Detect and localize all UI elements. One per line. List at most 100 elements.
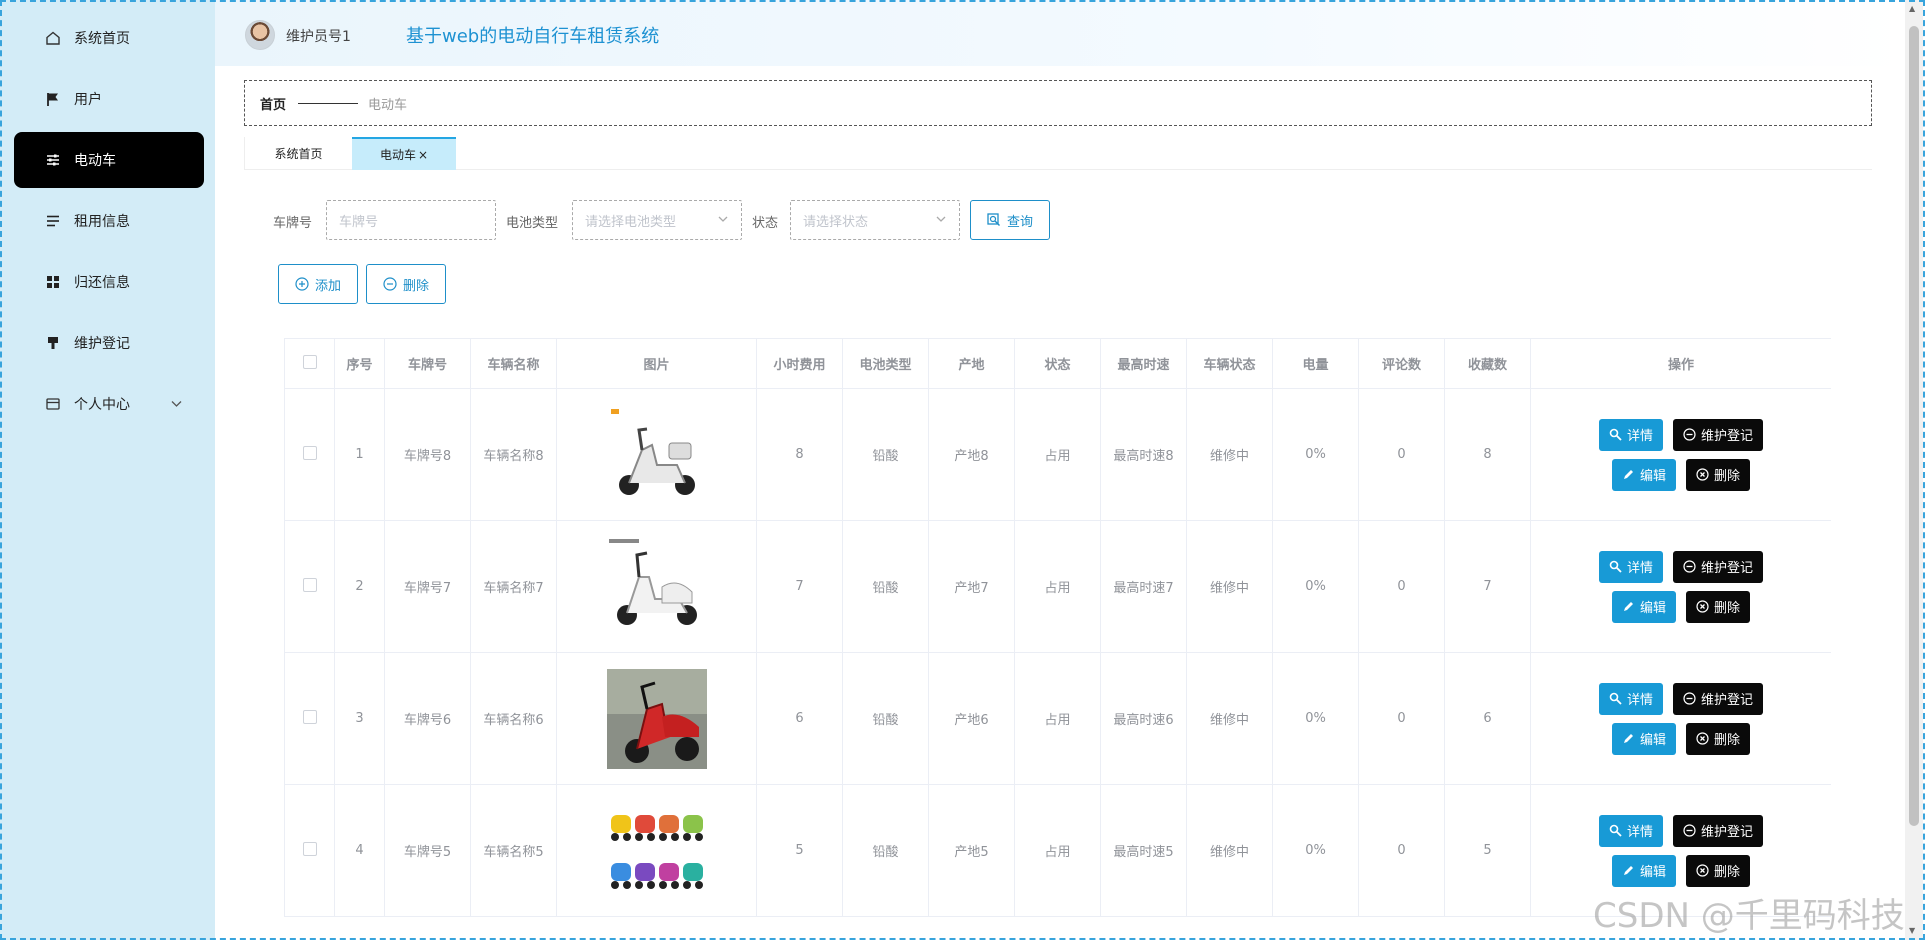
plus-circle-icon	[295, 277, 309, 291]
minus-circle-icon	[1683, 428, 1696, 441]
scroll-down-icon[interactable]: ▼	[1909, 926, 1915, 935]
delete-button[interactable]: 删除	[1686, 458, 1751, 491]
detail-label: 详情	[1626, 693, 1653, 708]
cell-status: 占用	[1014, 520, 1101, 653]
search-icon	[987, 213, 1001, 227]
column-header: 车牌号	[384, 338, 471, 389]
cell-plate: 车牌号6	[384, 652, 471, 785]
row-checkbox[interactable]	[302, 577, 317, 592]
row-checkbox[interactable]	[302, 445, 317, 460]
close-circle-icon	[1696, 732, 1709, 745]
delete-button[interactable]: 删除	[1686, 854, 1751, 887]
bulk-delete-button[interactable]: 删除	[366, 264, 446, 304]
table-row: 2 车牌号7 车辆名称7 7 铅酸 产地7 占用 最高时速7 维修中 0% 0 7 详情 维护登记 编辑 删除	[284, 520, 1831, 653]
cell-name: 车辆名称8	[470, 388, 557, 521]
maintain-button[interactable]: 维护登记	[1673, 550, 1764, 583]
sidebar-item-label: 归还信息	[74, 275, 130, 291]
edit-button[interactable]: 编辑	[1611, 590, 1676, 623]
detail-button[interactable]: 详情	[1598, 418, 1663, 451]
sidebar-item-users[interactable]: 用户	[14, 71, 204, 127]
sidebar-item-rentals[interactable]: 租用信息	[14, 193, 204, 249]
row-checkbox[interactable]	[302, 709, 317, 724]
image-cell	[556, 388, 757, 521]
pencil-icon	[1622, 732, 1635, 745]
maintain-label: 维护登记	[1701, 825, 1754, 840]
detail-label: 详情	[1626, 429, 1653, 444]
delete-label: 删除	[1714, 865, 1741, 880]
scrollbar-thumb[interactable]	[1909, 26, 1919, 826]
cell-charge: 0%	[1272, 388, 1359, 521]
column-header: 操作	[1530, 338, 1831, 389]
cell-status: 占用	[1014, 784, 1101, 917]
cell-favorites: 6	[1444, 652, 1531, 785]
cell-battery: 铅酸	[842, 652, 929, 785]
card-icon	[44, 395, 62, 413]
system-title: 基于web的电动自行车租赁系统	[406, 26, 660, 47]
edit-label: 编辑	[1639, 469, 1666, 484]
breadcrumb-home[interactable]: 首页	[260, 94, 286, 113]
status-placeholder: 请选择状态	[803, 214, 869, 230]
select-all-cell[interactable]	[284, 338, 335, 389]
edit-label: 编辑	[1639, 865, 1666, 880]
white-scooter-with-trunk-image	[557, 404, 756, 505]
edit-button[interactable]: 编辑	[1611, 854, 1676, 887]
cell-max-speed: 最高时速8	[1100, 388, 1187, 521]
add-label: 添加	[314, 278, 341, 294]
sidebar-item-label: 电动车	[74, 153, 116, 169]
row-checkbox[interactable]	[302, 841, 317, 856]
sidebar-item-maintenance[interactable]: 维护登记	[14, 315, 204, 371]
flag-icon	[44, 90, 62, 108]
maintain-button[interactable]: 维护登记	[1673, 418, 1764, 451]
vertical-scrollbar[interactable]: ▲ ▼	[1905, 0, 1923, 940]
delete-button[interactable]: 删除	[1686, 590, 1751, 623]
sidebar-item-returns[interactable]: 归还信息	[14, 254, 204, 310]
cell-status: 占用	[1014, 652, 1101, 785]
query-button[interactable]: 查询	[970, 200, 1050, 240]
row-select-cell[interactable]	[284, 652, 335, 785]
query-label: 查询	[1006, 214, 1033, 230]
list-icon	[44, 212, 62, 230]
row-select-cell[interactable]	[284, 388, 335, 521]
red-scooter-photo-image	[557, 668, 756, 769]
detail-button[interactable]: 详情	[1598, 814, 1663, 847]
status-select[interactable]: 请选择状态	[790, 200, 960, 240]
search-icon	[1609, 824, 1622, 837]
add-button[interactable]: 添加	[278, 264, 358, 304]
sidebar-item-home[interactable]: 系统首页	[14, 10, 204, 66]
image-cell	[556, 520, 757, 653]
tabs-bar: 系统首页 电动车 ×	[244, 137, 1872, 170]
minus-circle-icon	[383, 277, 397, 291]
scroll-up-icon[interactable]: ▲	[1909, 4, 1915, 13]
cell-charge: 0%	[1272, 784, 1359, 917]
sidebar-item-profile[interactable]: 个人中心	[14, 376, 204, 432]
minus-circle-icon	[1683, 824, 1696, 837]
cell-max-speed: 最高时速7	[1100, 520, 1187, 653]
delete-button[interactable]: 删除	[1686, 722, 1751, 755]
row-select-cell[interactable]	[284, 520, 335, 653]
search-icon	[1609, 692, 1622, 705]
brush-icon	[44, 334, 62, 352]
select-all-checkbox[interactable]	[302, 354, 317, 369]
tab-home[interactable]: 系统首页	[244, 137, 352, 170]
delete-label: 删除	[1714, 469, 1741, 484]
tab-label: 电动车	[379, 148, 416, 162]
avatar[interactable]	[245, 20, 275, 50]
battery-select[interactable]: 请选择电池类型	[572, 200, 742, 240]
edit-button[interactable]: 编辑	[1611, 722, 1676, 755]
cell-name: 车辆名称6	[470, 652, 557, 785]
tab-ebikes[interactable]: 电动车 ×	[352, 137, 456, 170]
delete-label: 删除	[402, 278, 429, 294]
maintain-button[interactable]: 维护登记	[1673, 682, 1764, 715]
ebike-table: 序号 车牌号 车辆名称 图片 小时费用 电池类型 产地 状态 最高时速 车辆状态…	[284, 338, 1831, 940]
close-icon[interactable]: ×	[418, 148, 428, 162]
detail-button[interactable]: 详情	[1598, 682, 1663, 715]
edit-button[interactable]: 编辑	[1611, 458, 1676, 491]
column-header: 电池类型	[842, 338, 929, 389]
row-select-cell[interactable]	[284, 784, 335, 917]
detail-button[interactable]: 详情	[1598, 550, 1663, 583]
cell-name: 车辆名称5	[470, 784, 557, 917]
cell-hourly-fee: 7	[756, 520, 843, 653]
plate-input[interactable]: 车牌号	[326, 200, 496, 240]
sidebar-item-ebikes[interactable]: 电动车	[14, 132, 204, 188]
maintain-button[interactable]: 维护登记	[1673, 814, 1764, 847]
